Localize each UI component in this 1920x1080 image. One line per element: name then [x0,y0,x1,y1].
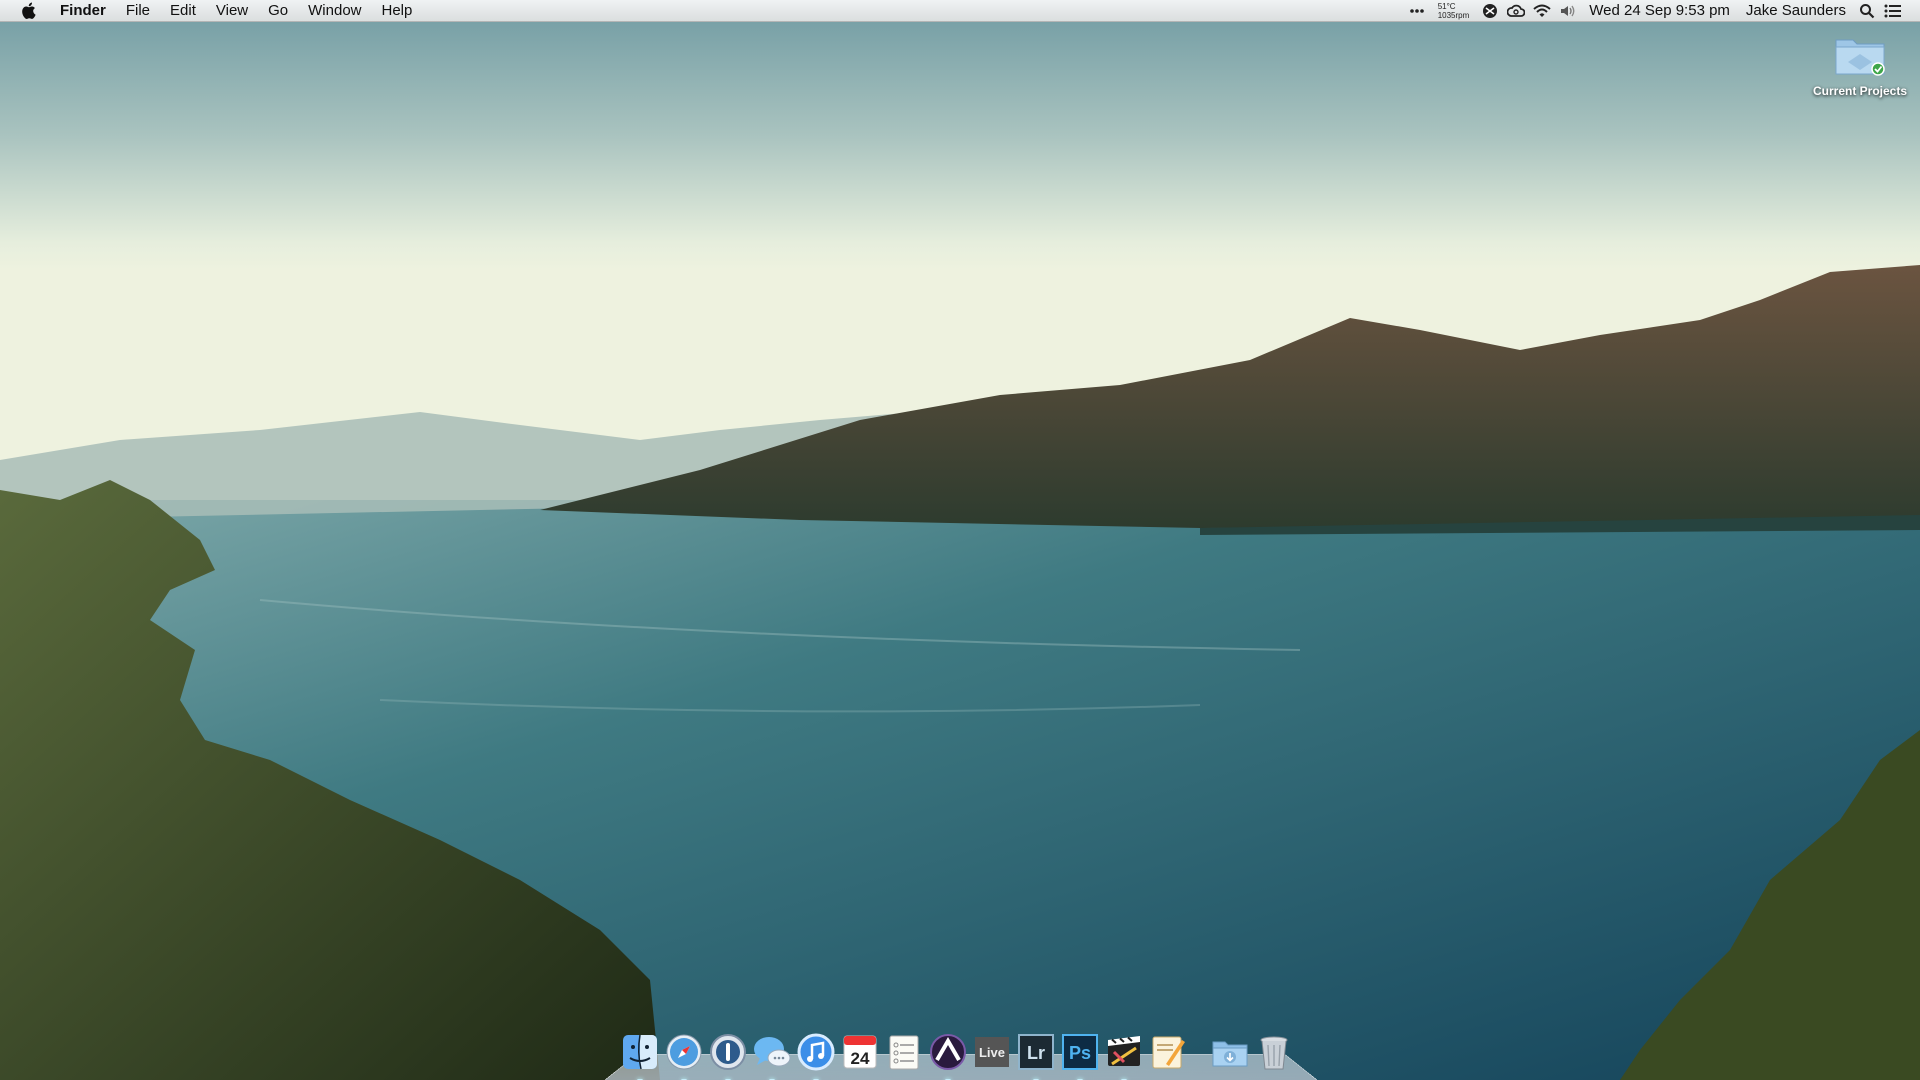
menu-window[interactable]: Window [298,0,371,22]
app-menu-finder[interactable]: Finder [50,0,116,22]
fan-speed-readout: 1035rpm [1437,10,1470,20]
dock-item-reminders[interactable] [884,1030,924,1074]
dock-item-lightroom[interactable]: Lr [1016,1030,1056,1080]
live-icon-label: Live [979,1045,1005,1060]
pages-icon [1152,1036,1185,1069]
menu-bar: Finder File Edit View Go Window Help 51°… [0,0,1920,22]
shared-folder-icon [1833,32,1887,78]
wifi-icon[interactable] [1531,0,1553,22]
protools-icon [930,1034,966,1070]
dock-item-final-cut-pro[interactable] [1104,1030,1144,1080]
user-menu[interactable]: Jake Saunders [1738,2,1854,19]
more-icon[interactable] [1406,0,1428,22]
reminders-icon [889,1035,919,1070]
dock-item-ableton-live[interactable]: Live [972,1030,1012,1074]
menu-help[interactable]: Help [372,0,423,22]
menu-view[interactable]: View [206,0,258,22]
dock-item-pro-tools[interactable] [928,1030,968,1080]
dock-item-1password[interactable] [708,1030,748,1080]
volume-icon[interactable] [1557,0,1579,22]
safari-icon [666,1034,702,1070]
dock-item-finder[interactable] [620,1030,660,1080]
lightroom-icon: Lr [1018,1034,1054,1070]
itunes-icon [797,1033,835,1071]
menu-edit[interactable]: Edit [160,0,206,22]
menu-go[interactable]: Go [258,0,298,22]
desktop-item-label: Current Projects [1812,84,1908,98]
dock-item-trash[interactable] [1254,1030,1294,1074]
trash-icon [1260,1036,1288,1070]
messages-icon [754,1037,791,1067]
live-icon: Live [975,1037,1009,1067]
onepassword-icon [710,1034,746,1070]
dock-item-photoshop[interactable]: Ps [1060,1030,1100,1080]
calendar-icon: 24 [843,1035,877,1069]
temperature-readout: 51°C [1437,1,1456,11]
finder-icon [623,1034,657,1070]
calendar-date: 24 [851,1049,870,1068]
spotlight-icon[interactable] [1856,0,1878,22]
dock: 24 Live Lr Ps [620,1024,1294,1080]
dock-item-itunes[interactable] [796,1030,836,1080]
clock[interactable]: Wed 24 Sep 9:53 pm [1581,2,1738,19]
wallpaper [0,0,1920,1080]
finalcut-icon [1108,1036,1140,1066]
apple-menu-icon[interactable] [20,2,36,20]
menu-file[interactable]: File [116,0,160,22]
dock-item-downloads[interactable] [1210,1030,1250,1074]
system-monitor[interactable]: 51°C 1035rpm [1430,2,1478,20]
dock-item-pages[interactable] [1148,1030,1188,1074]
dock-item-calendar[interactable]: 24 [840,1030,880,1074]
dock-item-safari[interactable] [664,1030,704,1080]
photoshop-icon-label: Ps [1069,1043,1091,1063]
photoshop-icon: Ps [1062,1034,1098,1070]
creative-cloud-icon[interactable] [1505,0,1527,22]
airplay-icon[interactable] [1479,0,1501,22]
downloads-folder-icon [1212,1041,1248,1067]
notification-center-icon[interactable] [1882,0,1904,22]
lightroom-icon-label: Lr [1027,1043,1045,1063]
desktop-item-current-projects[interactable]: Current Projects [1808,32,1912,98]
desktop[interactable]: Finder File Edit View Go Window Help 51°… [0,0,1920,1080]
dock-item-messages[interactable] [752,1030,792,1080]
